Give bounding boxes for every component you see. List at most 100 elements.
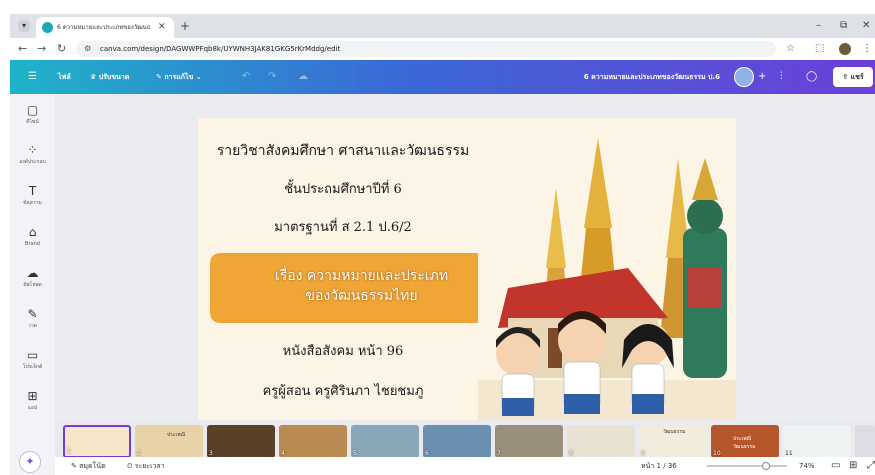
upload-cloud-icon: ☁ — [26, 266, 39, 280]
user-avatar[interactable] — [734, 67, 754, 87]
profile-avatar[interactable] — [839, 43, 851, 55]
notes-button[interactable]: ✎ สมุดโน้ต — [71, 457, 106, 475]
browser-tab[interactable]: 6 ความหมายและประเภทของวัฒนธรร ✕ — [36, 17, 174, 38]
design-icon: ▢ — [26, 103, 39, 117]
tab-title: 6 ความหมายและประเภทของวัฒนธรร — [57, 24, 151, 31]
edit-label: การแก้ไข — [164, 73, 194, 81]
status-bar: ✎ สมุดโน้ต ⏲ ระยะเวลา หน้า 1 / 36 74% ▭ … — [55, 457, 875, 475]
page-number: 10 — [713, 450, 721, 457]
chevron-down-icon: ⌄ — [193, 73, 202, 81]
canva-favicon-icon — [42, 22, 53, 33]
sidebar-item-draw[interactable]: ✎ วาด — [10, 306, 55, 346]
resize-label: ปรับขนาด — [98, 73, 130, 81]
crown-icon: ♛ — [90, 73, 99, 81]
upload-icon: ⇪ — [842, 73, 851, 81]
page-indicator[interactable]: หน้า 1 / 36 — [641, 457, 677, 475]
draw-icon: ✎ — [27, 307, 38, 321]
page-thumbnail[interactable]: 1 — [63, 425, 131, 458]
thumb-caption: วัฒนธรรม — [663, 429, 686, 435]
bookmark-star-icon[interactable]: ☆ — [786, 42, 795, 56]
browser-menu-icon[interactable]: ⋮ — [862, 42, 872, 56]
resize-menu[interactable]: ♛ ปรับขนาด — [90, 60, 129, 94]
page-thumbnail[interactable]: ประเพณี วัฒนธรรม 10 — [711, 425, 779, 458]
sidebar-item-apps[interactable]: ⊞ แอป — [10, 388, 55, 428]
elements-icon: ⁘ — [27, 143, 38, 157]
sidebar-item-elements[interactable]: ⁘ องค์ประกอบ — [10, 142, 55, 182]
page-thumbnail[interactable] — [855, 425, 875, 458]
timer-icon: ⏲ — [127, 462, 135, 470]
grid-view-icon[interactable]: ⊞ — [849, 457, 857, 475]
page-thumbnail[interactable]: 6 — [423, 425, 491, 458]
page-thumbnail[interactable]: 3 — [207, 425, 275, 458]
page-number: 11 — [785, 450, 793, 457]
sidebar-item-label: แอป — [27, 405, 38, 411]
slide-grade-line: ชั้นประถมศึกษาปีที่ 6 — [284, 182, 402, 197]
thumb-caption: ประเพณี — [167, 432, 186, 438]
page-number: 5 — [353, 450, 357, 457]
tab-search-icon[interactable]: ▾ — [18, 20, 30, 32]
page-thumbnail[interactable]: 5 — [351, 425, 419, 458]
pages-view-icon[interactable]: ▭ — [831, 457, 840, 475]
zoom-slider[interactable] — [707, 462, 787, 470]
sidebar-item-label: ดีไซน์ — [26, 119, 39, 125]
brand-icon: ⌂ — [28, 225, 37, 239]
page-filmstrip: 1 ประเพณี 2 3 4 5 6 7 8 วัฒนธรรม 9 ประเพณี… — [55, 421, 875, 458]
document-title[interactable]: 6 ความหมายและประเภทของวัฒนธรรม ป.6 — [550, 60, 720, 94]
page-thumbnail[interactable]: 7 — [495, 425, 563, 458]
page-thumbnail[interactable]: 11 — [783, 425, 851, 458]
folder-icon: ▭ — [26, 348, 39, 362]
redo-icon[interactable]: ↷ — [268, 60, 276, 94]
undo-icon[interactable]: ↶ — [242, 60, 250, 94]
tab-close-icon[interactable]: ✕ — [158, 20, 166, 34]
reload-icon[interactable]: ↻ — [57, 41, 66, 57]
zoom-level[interactable]: 74% — [799, 457, 815, 475]
sidebar-item-design[interactable]: ▢ ดีไซน์ — [10, 102, 55, 142]
page-number: 6 — [425, 450, 429, 457]
sidebar-item-label: วาด — [28, 323, 37, 329]
page-number: 2 — [137, 450, 141, 457]
new-tab-button[interactable]: + — [180, 17, 190, 35]
url-field[interactable]: ⚙ canva.com/design/DAGWWPFqb8k/UYWNH3JAK… — [76, 41, 776, 57]
restore-button[interactable]: ⧉ — [840, 18, 847, 34]
sidebar-item-uploads[interactable]: ☁ อัพโหลด — [10, 265, 55, 305]
share-button[interactable]: ⇪ แชร์ — [833, 67, 873, 87]
page-number: 8 — [569, 450, 573, 457]
sidebar-item-projects[interactable]: ▭ โปรเจ็กต์ — [10, 347, 55, 387]
timer-button[interactable]: ⏲ ระยะเวลา — [127, 457, 165, 475]
page-number: 3 — [209, 450, 213, 457]
sidebar-item-text[interactable]: T ข้อความ — [10, 183, 55, 223]
text-icon: T — [28, 184, 37, 198]
extensions-icon[interactable]: ⬚ — [815, 42, 824, 56]
magic-assistant-button[interactable]: ✦ — [19, 451, 41, 473]
zoom-slider-handle[interactable] — [762, 462, 771, 470]
page-number: 7 — [497, 450, 501, 457]
sidebar-item-label: องค์ประกอบ — [19, 159, 46, 165]
tab-strip: ▾ 6 ความหมายและประเภทของวัฒนธรร ✕ + – ⧉ … — [10, 14, 875, 38]
minimize-button[interactable]: – — [816, 18, 821, 34]
editor-toolbar: ☰ ไฟล์ ♛ ปรับขนาด ✎ การแก้ไข ⌄ ↶ ↷ ☁ 6 ค… — [10, 60, 875, 94]
back-icon[interactable]: ← — [18, 41, 27, 57]
main-menu-icon[interactable]: ☰ — [28, 60, 37, 94]
sidebar-item-label: อัพโหลด — [23, 282, 42, 288]
slide-canvas[interactable]: รายวิชาสังคมศึกษา ศาสนาและวัฒนธรรม ชั้นป… — [198, 118, 736, 420]
cloud-sync-icon: ☁ — [298, 71, 308, 82]
sidebar-item-brand[interactable]: ⌂ Brand — [10, 224, 55, 264]
banner-line-1: เรื่อง ความหมายและประเภท — [274, 268, 449, 284]
page-thumbnail[interactable]: วัฒนธรรม 9 — [639, 425, 707, 458]
window-close-button[interactable]: ✕ — [862, 18, 870, 34]
add-collaborator-button[interactable]: + — [758, 60, 766, 94]
address-bar: ← → ↻ ⚙ canva.com/design/DAGWWPFqb8k/UYW… — [10, 38, 875, 60]
page-thumbnail[interactable]: 8 — [567, 425, 635, 458]
comment-icon[interactable]: ◯ — [806, 60, 817, 94]
site-info-icon[interactable]: ⚙ — [84, 43, 91, 55]
file-menu[interactable]: ไฟล์ — [58, 60, 71, 94]
sidebar: ▢ ดีไซน์ ⁘ องค์ประกอบ T ข้อความ ⌂ Brand … — [10, 94, 55, 475]
fullscreen-icon[interactable]: ⤢ — [867, 457, 875, 475]
slide-standard-line: มาตรฐานที่ ส 2.1 ป.6/2 — [274, 220, 412, 235]
page-thumbnail[interactable]: ประเพณี 2 — [135, 425, 203, 458]
page-number: 4 — [281, 450, 285, 457]
analytics-icon[interactable]: ⫶ — [780, 60, 783, 94]
forward-icon[interactable]: → — [37, 41, 46, 57]
page-thumbnail[interactable]: 4 — [279, 425, 347, 458]
edit-menu[interactable]: ✎ การแก้ไข ⌄ — [156, 60, 202, 94]
